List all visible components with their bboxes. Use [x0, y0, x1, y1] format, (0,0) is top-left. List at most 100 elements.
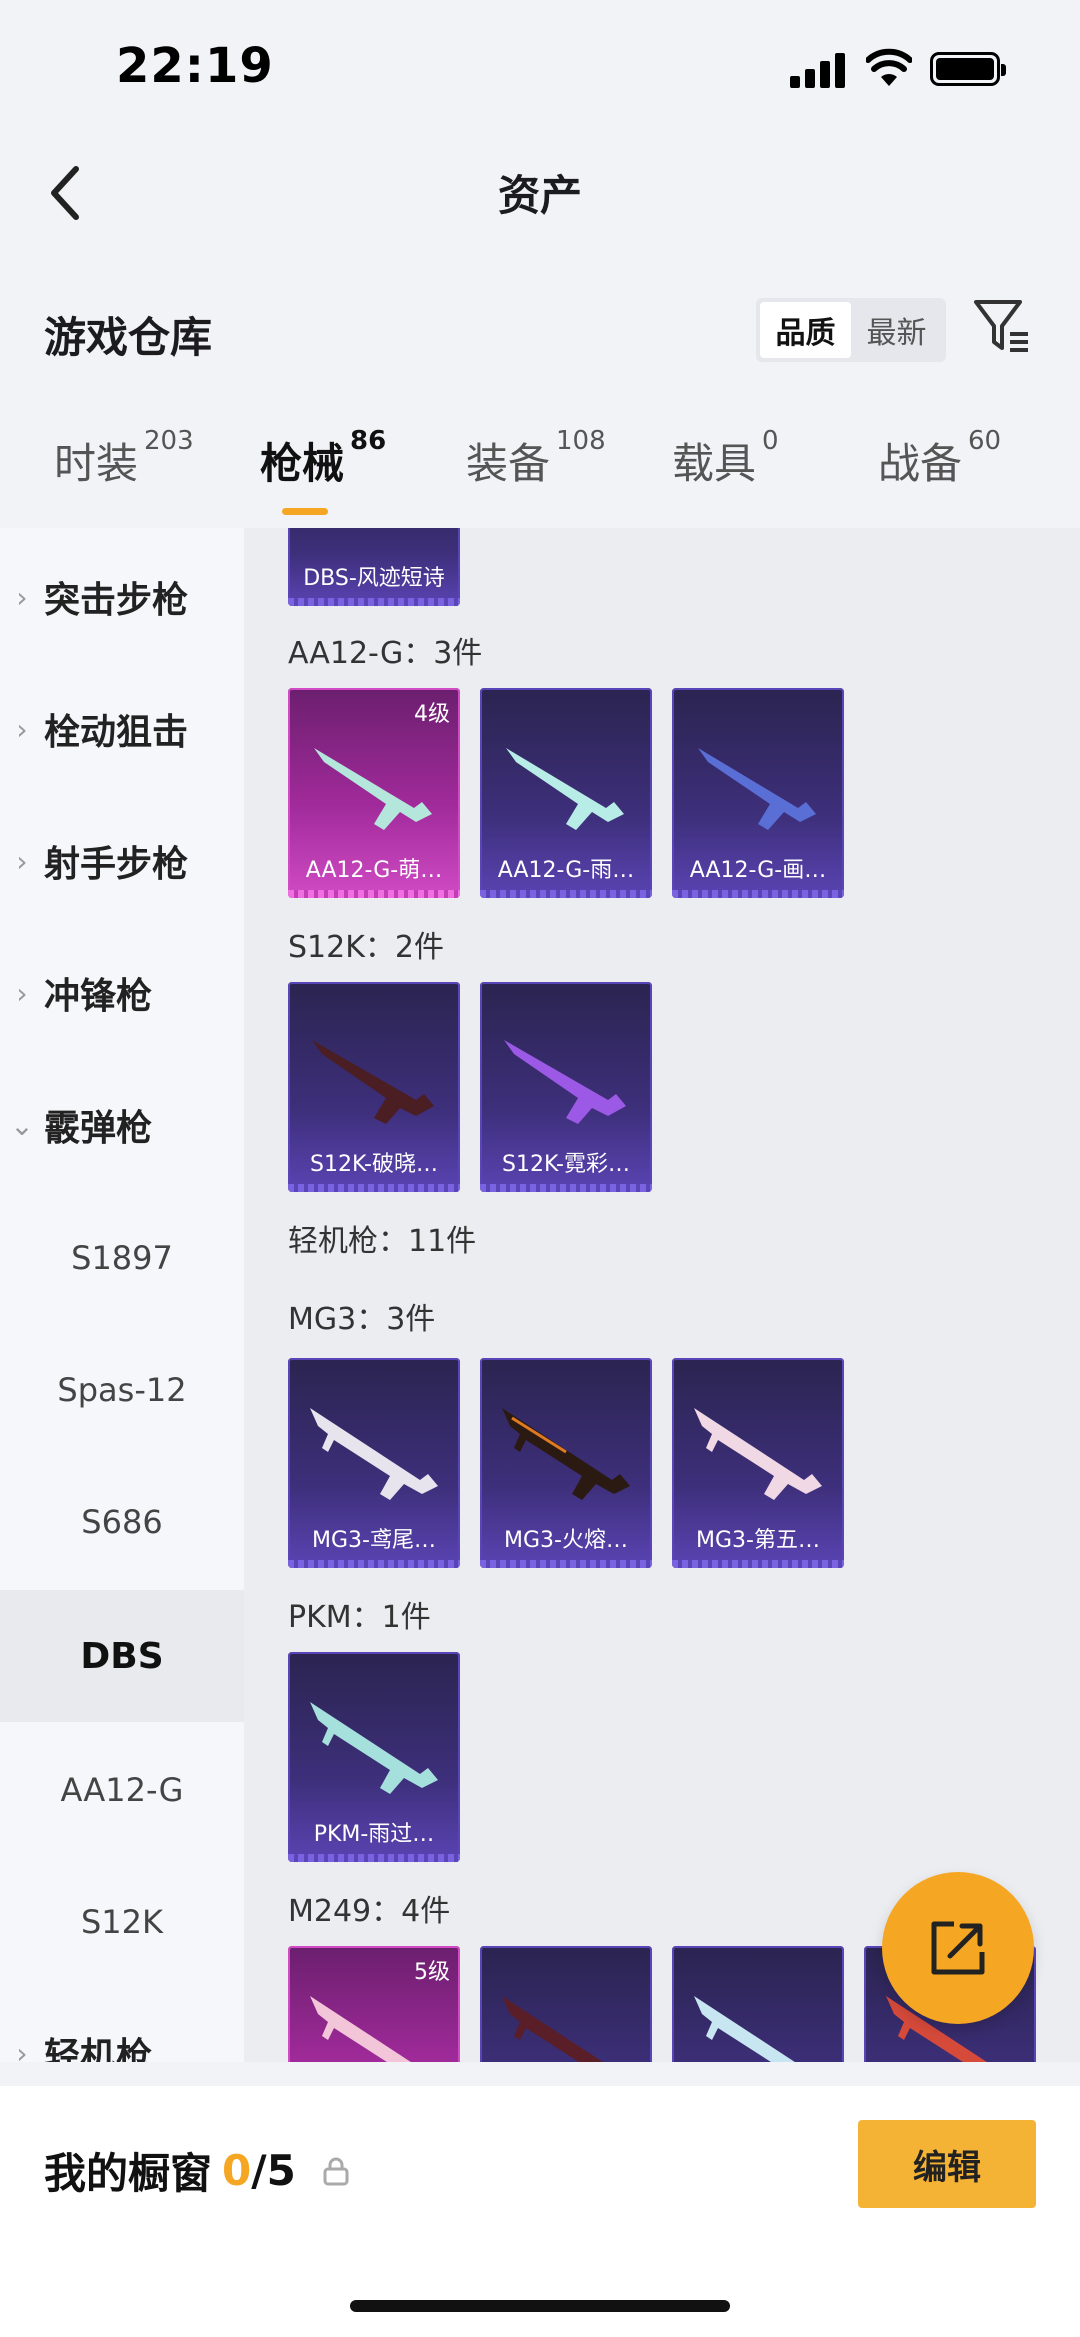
sidebar-item-label: 栓动狙击 — [44, 712, 189, 753]
tab-label: 战备 — [878, 439, 963, 488]
weapon-card-name: AA12-G-雨… — [497, 858, 635, 883]
weapon-card[interactable]: S12K-霓彩… — [480, 982, 652, 1192]
weapon-card[interactable]: AA12-G-雨… — [480, 688, 652, 898]
weapon-card[interactable] — [672, 1946, 844, 2062]
tab-fashion[interactable]: 时装 203 — [54, 426, 194, 491]
tab-supplies[interactable]: 战备 60 — [878, 426, 1001, 491]
weapon-card-name: PKM-雨过… — [313, 1822, 435, 1847]
machine-gun-icon — [310, 1996, 428, 2062]
tab-vehicles[interactable]: 载具 0 — [672, 426, 779, 491]
weapon-card[interactable]: 5级 — [288, 1946, 460, 2062]
machine-gun-icon — [502, 1996, 620, 2062]
weapon-card-name: MG3-第五… — [696, 1528, 820, 1553]
wifi-icon — [866, 48, 912, 86]
weapon-card[interactable]: DBS-风迹短诗 — [288, 528, 460, 606]
chevron-right-icon: › — [16, 844, 28, 878]
weapon-list: DBS-风迹短诗 AA12-G：3件 4级 AA12-G-萌… AA12-G-雨… — [244, 528, 1080, 2062]
sidebar-sub-s1897[interactable]: S1897 — [0, 1192, 244, 1324]
weapon-card[interactable]: S12K-破晓… — [288, 982, 460, 1192]
card-rarity-bar — [288, 1184, 460, 1192]
card-rarity-bar — [288, 1560, 460, 1568]
tab-count: 86 — [350, 426, 387, 456]
chevron-right-icon: › — [16, 2036, 28, 2063]
tab-count: 108 — [556, 426, 606, 456]
tab-equipment[interactable]: 装备 108 — [466, 426, 606, 491]
showcase-label: 我的橱窗 — [44, 2149, 213, 2198]
edit-button[interactable]: 编辑 — [858, 2120, 1036, 2208]
machine-gun-icon — [310, 1408, 438, 1500]
sidebar-item-marksman-rifle[interactable]: › 射手步枪 — [0, 806, 244, 916]
showcase-total-count: /5 — [251, 2146, 296, 2195]
group-label: PKM：1件 — [288, 1600, 431, 1635]
app-root: 22:19 资产 游戏仓库 品质 最新 时装 203 枪械 86 装备 108 … — [0, 0, 1080, 2337]
tab-label: 装备 — [466, 439, 551, 488]
weapon-card[interactable]: PKM-雨过… — [288, 1652, 460, 1862]
tab-count: 203 — [144, 426, 194, 456]
sidebar-item-assault-rifle[interactable]: › 突击步枪 — [0, 542, 244, 652]
active-tab-indicator — [282, 508, 328, 515]
tab-count: 0 — [762, 426, 779, 456]
chevron-right-icon: › — [16, 976, 28, 1010]
card-rarity-bar — [288, 1854, 460, 1862]
share-button[interactable] — [882, 1872, 1034, 2024]
showcase-current-count: 0 — [222, 2146, 252, 2195]
showcase-info: 我的橱窗 0 /5 — [44, 2140, 350, 2201]
sidebar-sub-s686[interactable]: S686 — [0, 1456, 244, 1588]
card-rarity-bar — [672, 890, 844, 898]
sidebar-item-lmg[interactable]: › 轻机枪 — [0, 1998, 244, 2062]
weapon-card[interactable]: MG3-鸢尾… — [288, 1358, 460, 1568]
weapon-card-name: AA12-G-画… — [689, 858, 827, 883]
chevron-right-icon: › — [16, 712, 28, 746]
home-indicator — [350, 2300, 730, 2312]
sort-toggle: 品质 最新 — [756, 298, 946, 362]
sidebar-sub-s12k[interactable]: S12K — [0, 1856, 244, 1988]
machine-gun-icon — [310, 1702, 438, 1794]
card-rarity-bar — [288, 598, 460, 606]
weapon-card-name: AA12-G-萌… — [305, 858, 443, 883]
tab-firearms[interactable]: 枪械 86 — [260, 426, 386, 491]
sidebar-sub-spas12[interactable]: Spas-12 — [0, 1324, 244, 1456]
sidebar-item-shotgun[interactable]: ⌄ 霰弹枪 — [0, 1070, 244, 1180]
weapon-card[interactable]: MG3-第五… — [672, 1358, 844, 1568]
card-rarity-bar — [480, 1560, 652, 1568]
machine-gun-icon — [502, 1408, 630, 1500]
shotgun-icon — [506, 748, 624, 830]
warehouse-title: 游戏仓库 — [44, 313, 213, 362]
group-label: MG3：3件 — [288, 1302, 436, 1337]
tab-count: 60 — [968, 426, 1002, 456]
shotgun-icon — [698, 748, 816, 830]
group-label: S12K：2件 — [288, 930, 444, 965]
weapon-category-sidebar: › 突击步枪 › 栓动狙击 › 射手步枪 › 冲锋枪 ⌄ 霰弹枪 S1897 Spas-1… — [0, 528, 244, 2062]
status-time: 22:19 — [116, 38, 274, 94]
page-title: 资产 — [497, 171, 582, 220]
lock-icon — [323, 2157, 349, 2185]
weapon-card[interactable] — [480, 1946, 652, 2062]
sidebar-item-label: 冲锋枪 — [44, 976, 153, 1017]
card-rarity-bar — [480, 1184, 652, 1192]
sort-quality-button[interactable]: 品质 — [760, 302, 851, 358]
sidebar-sub-dbs[interactable]: DBS — [0, 1590, 244, 1722]
sidebar-sub-aa12g[interactable]: AA12-G — [0, 1724, 244, 1856]
weapon-card[interactable]: AA12-G-画… — [672, 688, 844, 898]
weapon-card-name: S12K-破晓… — [309, 1152, 438, 1177]
chevron-down-icon: ⌄ — [10, 1108, 34, 1142]
chevron-right-icon: › — [16, 580, 28, 614]
group-label: M249：4件 — [288, 1894, 451, 1929]
tab-label: 载具 — [672, 439, 757, 488]
sidebar-item-smg[interactable]: › 冲锋枪 — [0, 938, 244, 1048]
machine-gun-icon — [694, 1408, 822, 1500]
tab-label: 枪械 — [260, 439, 345, 488]
weapon-card-name: DBS-风迹短诗 — [303, 566, 445, 591]
sidebar-item-label: 霰弹枪 — [44, 1108, 153, 1149]
sort-latest-button[interactable]: 最新 — [851, 302, 942, 358]
weapon-card[interactable]: 4级 AA12-G-萌… — [288, 688, 460, 898]
weapon-card[interactable]: MG3-火熔… — [480, 1358, 652, 1568]
sidebar-item-bolt-sniper[interactable]: › 栓动狙击 — [0, 674, 244, 784]
status-bar: 22:19 — [0, 0, 1080, 130]
sidebar-item-label: 射手步枪 — [44, 844, 189, 885]
weapon-card-name: MG3-火熔… — [504, 1528, 628, 1553]
card-rarity-bar — [288, 890, 460, 898]
shotgun-icon — [504, 1040, 626, 1124]
filter-button[interactable] — [970, 294, 1034, 358]
group-label: AA12-G：3件 — [288, 636, 483, 671]
